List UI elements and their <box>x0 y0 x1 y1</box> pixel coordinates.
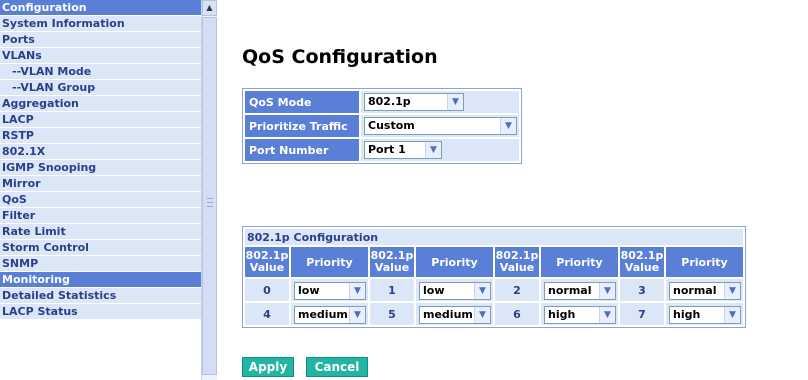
priority-cell: normal ▼ <box>541 279 618 301</box>
qos-mode-cell: 802.1p ▼ <box>361 91 519 113</box>
priority-value: low <box>423 283 445 297</box>
nav-item-filter[interactable]: Filter <box>0 208 201 224</box>
prioritize-traffic-label: Prioritize Traffic <box>245 115 359 137</box>
priority-value: high <box>548 307 576 321</box>
nav-scrollbar[interactable]: ▲ <box>201 0 217 380</box>
priority-value: medium <box>298 307 348 321</box>
table-row: 4 medium ▼ 5 medium ▼ 6 high ▼ 7 high ▼ <box>245 303 743 325</box>
priority-cell: high ▼ <box>666 303 743 325</box>
column-header-priority: Priority <box>541 247 618 277</box>
8021p-value-cell: 5 <box>370 303 414 325</box>
nav-item-snmp[interactable]: SNMP <box>0 256 201 272</box>
table-row: 0 low ▼ 1 low ▼ 2 normal ▼ 3 normal ▼ <box>245 279 743 301</box>
nav-item-igmp-snooping[interactable]: IGMP Snooping <box>0 160 201 176</box>
port-number-cell: Port 1 ▼ <box>361 139 519 161</box>
priority-select-3[interactable]: normal ▼ <box>669 281 741 300</box>
prioritize-traffic-value: Custom <box>368 119 415 132</box>
priority-cell: low ▼ <box>291 279 368 301</box>
column-header-priority: Priority <box>666 247 743 277</box>
qos-mode-label: QoS Mode <box>245 91 359 113</box>
nav-item-lacp-status[interactable]: LACP Status <box>0 304 201 320</box>
nav-item-lacp[interactable]: LACP <box>0 112 201 128</box>
nav-item-ports[interactable]: Ports <box>0 32 201 48</box>
nav-item-storm-control[interactable]: Storm Control <box>0 240 201 256</box>
prioritize-traffic-select[interactable]: Custom ▼ <box>364 117 517 135</box>
priority-select-5[interactable]: medium ▼ <box>419 305 491 324</box>
column-header-priority: Priority <box>291 247 368 277</box>
8021p-table-title: 802.1p Configuration <box>245 229 743 245</box>
column-header-value: 802.1p Value <box>245 247 289 277</box>
chevron-down-icon[interactable]: ▼ <box>500 118 516 134</box>
qos-mode-value: 802.1p <box>368 95 411 108</box>
prioritize-traffic-cell: Custom ▼ <box>361 115 519 137</box>
priority-select-1[interactable]: low ▼ <box>419 281 491 300</box>
priority-cell: normal ▼ <box>666 279 743 301</box>
priority-value: high <box>673 307 701 321</box>
nav-header-monitoring[interactable]: Monitoring <box>0 272 201 288</box>
nav-item-aggregation[interactable]: Aggregation <box>0 96 201 112</box>
page-title: QoS Configuration <box>242 46 438 68</box>
scrollbar-thumb[interactable] <box>202 17 217 375</box>
nav-header-configuration[interactable]: Configuration <box>0 0 201 16</box>
chevron-down-icon[interactable]: ▼ <box>349 306 365 323</box>
priority-cell: medium ▼ <box>291 303 368 325</box>
priority-select-6[interactable]: high ▼ <box>544 305 616 324</box>
8021p-value-cell: 4 <box>245 303 289 325</box>
nav-item-qos[interactable]: QoS <box>0 192 201 208</box>
priority-select-0[interactable]: low ▼ <box>294 281 366 300</box>
nav-item-vlans[interactable]: VLANs <box>0 48 201 64</box>
priority-value: normal <box>673 283 717 297</box>
nav-item-mirror[interactable]: Mirror <box>0 176 201 192</box>
chevron-down-icon[interactable]: ▼ <box>599 282 615 299</box>
nav-item-rstp[interactable]: RSTP <box>0 128 201 144</box>
chevron-down-icon[interactable]: ▼ <box>724 306 740 323</box>
priority-select-4[interactable]: medium ▼ <box>294 305 366 324</box>
priority-select-2[interactable]: normal ▼ <box>544 281 616 300</box>
8021p-value-cell: 6 <box>495 303 539 325</box>
cancel-button[interactable]: Cancel <box>306 357 368 377</box>
priority-cell: low ▼ <box>416 279 493 301</box>
chevron-down-icon[interactable]: ▼ <box>425 142 441 158</box>
apply-button[interactable]: Apply <box>242 357 294 377</box>
navigation-frame: Configuration System Information Ports V… <box>0 0 217 380</box>
column-header-priority: Priority <box>416 247 493 277</box>
nav-item-vlan-group[interactable]: --VLAN Group <box>0 80 201 96</box>
nav-item-detailed-statistics[interactable]: Detailed Statistics <box>0 288 201 304</box>
priority-select-7[interactable]: high ▼ <box>669 305 741 324</box>
chevron-down-icon[interactable]: ▼ <box>474 306 490 323</box>
8021p-value-cell: 3 <box>620 279 664 301</box>
nav-item-system-information[interactable]: System Information <box>0 16 201 32</box>
priority-value: normal <box>548 283 592 297</box>
qos-settings-table: QoS Mode 802.1p ▼ Prioritize Traffic Cus… <box>242 88 522 164</box>
nav-item-8021x[interactable]: 802.1X <box>0 144 201 160</box>
priority-cell: medium ▼ <box>416 303 493 325</box>
priority-cell: high ▼ <box>541 303 618 325</box>
scroll-up-arrow-icon[interactable]: ▲ <box>202 0 217 16</box>
nav-item-rate-limit[interactable]: Rate Limit <box>0 224 201 240</box>
nav-menu: Configuration System Information Ports V… <box>0 0 201 320</box>
chevron-down-icon[interactable]: ▼ <box>447 94 463 110</box>
8021p-value-cell: 7 <box>620 303 664 325</box>
8021p-value-cell: 2 <box>495 279 539 301</box>
nav-item-vlan-mode[interactable]: --VLAN Mode <box>0 64 201 80</box>
chevron-down-icon[interactable]: ▼ <box>724 282 740 299</box>
column-header-value: 802.1p Value <box>495 247 539 277</box>
chevron-down-icon[interactable]: ▼ <box>349 282 365 299</box>
port-number-label: Port Number <box>245 139 359 161</box>
8021p-value-cell: 1 <box>370 279 414 301</box>
column-header-value: 802.1p Value <box>370 247 414 277</box>
scrollbar-grip-icon <box>207 198 213 207</box>
port-number-select[interactable]: Port 1 ▼ <box>364 141 442 159</box>
column-header-value: 802.1p Value <box>620 247 664 277</box>
8021p-value-cell: 0 <box>245 279 289 301</box>
8021p-configuration-table: 802.1p Configuration 802.1p Value Priori… <box>242 226 746 328</box>
port-number-value: Port 1 <box>368 143 406 156</box>
qos-mode-select[interactable]: 802.1p ▼ <box>364 93 464 111</box>
priority-value: medium <box>423 307 473 321</box>
chevron-down-icon[interactable]: ▼ <box>474 282 490 299</box>
priority-value: low <box>298 283 320 297</box>
chevron-down-icon[interactable]: ▼ <box>599 306 615 323</box>
